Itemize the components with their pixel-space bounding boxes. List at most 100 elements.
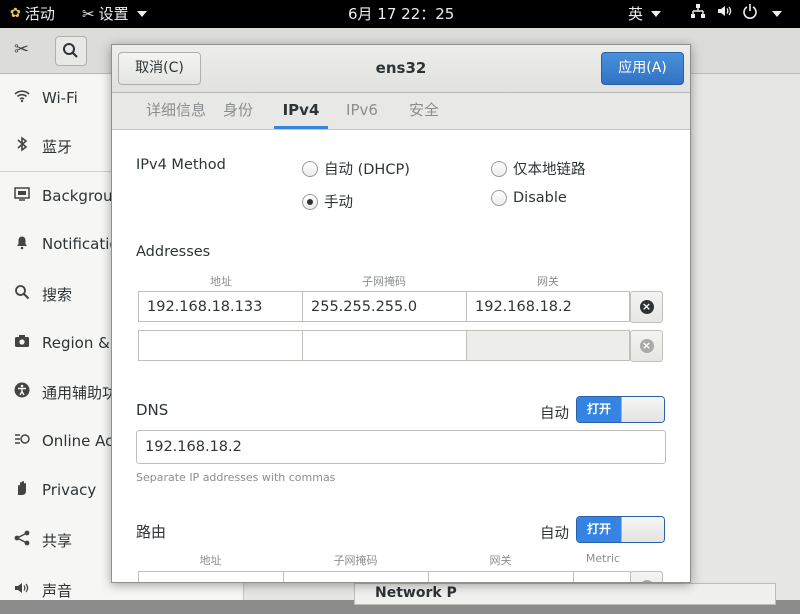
sidebar-item-label: 声音	[42, 581, 73, 600]
bluetooth-icon	[12, 136, 32, 156]
column-header-gateway: 网关	[537, 275, 559, 288]
radio-circle-selected	[302, 193, 318, 210]
network-proxy-label: Network P	[375, 585, 457, 601]
delete-address-button[interactable]: ×	[630, 330, 663, 362]
radio-circle	[302, 160, 318, 177]
routes-auto-label: 自动	[540, 526, 569, 542]
tab-bar: 详细信息 身份 IPv4 IPv6 安全	[112, 93, 690, 130]
column-header-netmask: 子网掩码	[362, 275, 406, 288]
gateway-input[interactable]: 192.168.18.2	[466, 291, 630, 322]
addresses-title: Addresses	[136, 244, 211, 260]
sidebar-item-label: 通用辅助功	[42, 383, 118, 402]
radio-circle	[491, 190, 507, 206]
tools-icon: ✂	[14, 39, 30, 60]
column-header-metric: Metric	[585, 552, 621, 565]
sidebar-item-label: Privacy	[42, 481, 97, 499]
netmask-input[interactable]	[302, 330, 467, 361]
route-gateway-input[interactable]	[428, 571, 574, 582]
search-icon	[63, 43, 78, 58]
gateway-input	[466, 330, 630, 361]
sidebar-item-label: Notificatio	[42, 235, 119, 253]
system-status-menu[interactable]	[690, 0, 782, 28]
netmask-input[interactable]: 255.255.255.0	[302, 291, 467, 322]
address-input[interactable]: 192.168.18.133	[138, 291, 303, 322]
power-icon	[742, 0, 758, 28]
dns-auto-label: 自动	[540, 406, 569, 422]
online-accounts-icon	[12, 432, 32, 450]
search-icon	[12, 284, 32, 304]
sidebar-item-label: 共享	[42, 531, 73, 550]
dns-auto-switch[interactable]: 打开	[576, 396, 665, 423]
tab-ipv6[interactable]: IPv6	[340, 93, 384, 129]
switch-knob	[621, 397, 664, 422]
close-icon: ×	[639, 339, 654, 353]
method-radio-disable[interactable]: Disable	[491, 190, 567, 206]
radio-label: Disable	[513, 190, 567, 206]
routes-title: 路由	[136, 523, 167, 541]
routes-auto-switch[interactable]: 打开	[576, 516, 665, 543]
column-header-gateway: 网关	[489, 554, 512, 567]
background-icon	[12, 187, 32, 205]
ipv4-method-label: IPv4 Method	[136, 157, 226, 173]
delete-route-button[interactable]: ×	[630, 571, 663, 582]
switch-knob	[621, 517, 664, 542]
hand-icon	[12, 480, 32, 500]
clock-label: 6月 17 22：25	[348, 5, 455, 23]
sidebar-item-label: Backgrou	[42, 187, 113, 205]
cancel-button[interactable]: 取消(C)	[118, 52, 201, 85]
radio-label: 手动	[324, 195, 353, 211]
gnome-foot-icon: ✿	[10, 6, 21, 21]
radio-label: 仅本地链路	[513, 162, 586, 178]
sidebar-item-label: 蓝牙	[42, 137, 73, 156]
chevron-down-icon	[136, 11, 147, 17]
tools-button[interactable]: ✂	[8, 36, 38, 64]
address-input[interactable]	[138, 330, 303, 361]
bell-icon	[12, 234, 32, 254]
activities-label: 活动	[24, 5, 55, 23]
tab-security[interactable]: 安全	[402, 93, 446, 129]
dialog-header-bar: ens32 取消(C) 应用(A)	[112, 45, 690, 93]
chevron-down-icon	[772, 11, 782, 17]
sidebar-item-label: 搜索	[42, 285, 73, 304]
chevron-down-icon	[651, 11, 662, 17]
activities-button[interactable]: ✿ 活动	[10, 0, 55, 28]
route-netmask-input[interactable]	[283, 571, 429, 582]
camera-icon	[12, 334, 32, 352]
clock[interactable]: 6月 17 22：25	[348, 0, 454, 28]
accessibility-icon	[12, 382, 32, 402]
delete-address-button[interactable]: ×	[630, 291, 663, 323]
tab-ipv4[interactable]: IPv4	[274, 93, 328, 129]
search-button[interactable]	[55, 36, 87, 66]
sidebar-item-label: Wi-Fi	[42, 89, 78, 107]
top-bar: ✿ 活动 ✂ 设置 6月 17 22：25 英	[0, 0, 800, 28]
volume-icon	[716, 0, 732, 28]
wifi-icon	[12, 89, 32, 107]
input-method-menu[interactable]: 英	[628, 0, 662, 28]
radio-label: 自动 (DHCP)	[324, 162, 410, 178]
column-header-address: 地址	[199, 554, 222, 567]
share-icon	[12, 530, 32, 550]
apply-button[interactable]: 应用(A)	[601, 52, 684, 85]
dns-servers-input[interactable]: 192.168.18.2	[136, 430, 666, 464]
sound-icon	[12, 581, 32, 599]
route-address-input[interactable]	[138, 571, 284, 582]
column-header-netmask: 子网掩码	[333, 554, 378, 567]
method-radio-link-local[interactable]: 仅本地链路	[491, 158, 586, 179]
connection-dialog: ens32 取消(C) 应用(A) 详细信息 身份 IPv4 IPv6 安全 I…	[111, 44, 691, 583]
method-radio-dhcp[interactable]: 自动 (DHCP)	[302, 158, 410, 179]
close-icon: ×	[639, 300, 654, 314]
input-method-label: 英	[628, 5, 644, 23]
close-icon: ×	[639, 580, 654, 582]
tab-identity[interactable]: 身份	[218, 93, 258, 129]
dns-hint: Separate IP addresses with commas	[136, 471, 336, 484]
method-radio-manual[interactable]: 手动	[302, 191, 353, 212]
column-header-address: 地址	[210, 275, 232, 288]
settings-app-menu[interactable]: ✂ 设置	[82, 0, 147, 28]
switch-on-label: 打开	[577, 397, 621, 422]
network-proxy-row[interactable]: Network P	[354, 583, 776, 605]
radio-circle	[491, 160, 507, 177]
switch-on-label: 打开	[577, 517, 621, 542]
route-metric-input[interactable]	[573, 571, 631, 582]
tab-details[interactable]: 详细信息	[128, 93, 224, 129]
ipv4-settings-page: IPv4 Method 自动 (DHCP) 仅本地链路 手动 Disable A…	[112, 130, 690, 582]
